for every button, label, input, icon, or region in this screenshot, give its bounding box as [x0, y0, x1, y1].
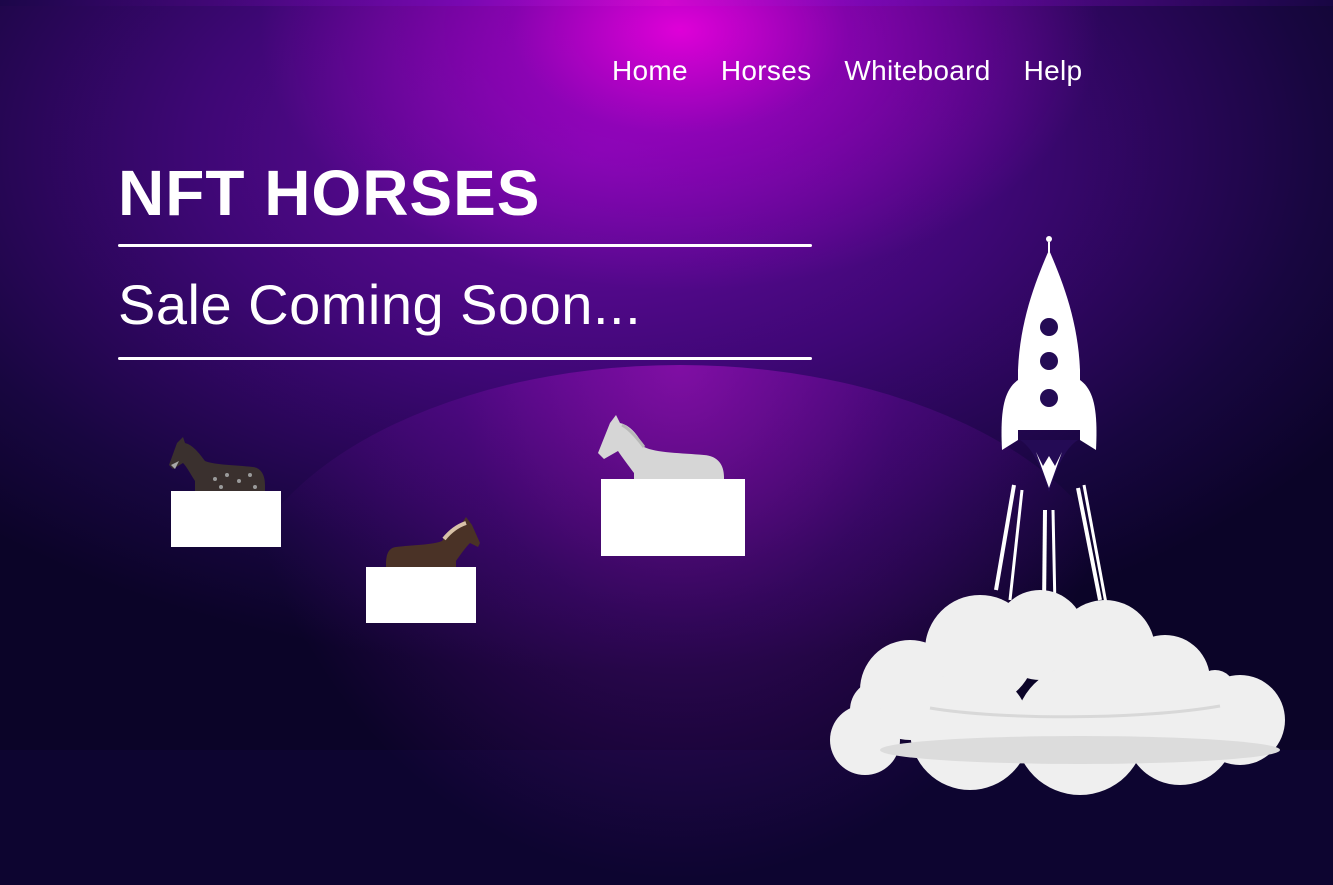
horse-box-3 [601, 479, 745, 556]
dapple-grey-horse-icon [169, 437, 265, 495]
nav-horses-link[interactable]: Horses [721, 55, 812, 87]
page-subtitle: Sale Coming Soon... [118, 273, 642, 336]
top-glow-bar [0, 0, 1333, 6]
title-divider-top [118, 244, 812, 247]
horse-box-1 [171, 491, 281, 547]
title-divider-bottom [118, 357, 812, 360]
nav-whiteboard-link[interactable]: Whiteboard [844, 55, 990, 87]
page-title: NFT HORSES [118, 157, 541, 229]
brown-horse-icon [386, 517, 480, 575]
nav-home-link[interactable]: Home [612, 55, 688, 87]
rocket-icon [994, 236, 1112, 626]
nav-help-link[interactable]: Help [1024, 55, 1083, 87]
smoke-cloud-icon [830, 590, 1285, 795]
main-nav: Home Horses Whiteboard Help [612, 55, 1082, 87]
horse-box-2 [366, 567, 476, 623]
